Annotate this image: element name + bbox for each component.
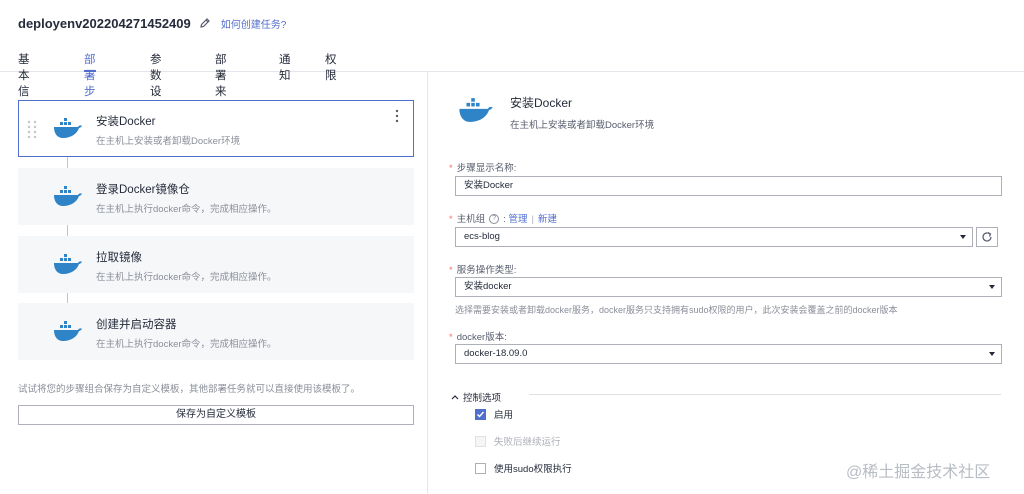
step-name: 安装Docker <box>96 116 156 128</box>
docker-whale-icon <box>54 118 82 138</box>
display-name-input[interactable]: 安装Docker <box>455 176 1002 196</box>
step-card-install-docker[interactable]: 安装Docker 在主机上安装或者卸载Docker环境 <box>18 100 414 157</box>
pencil-icon[interactable] <box>199 17 211 29</box>
docker-whale-icon <box>54 186 82 206</box>
step-card-pull-image[interactable]: 拉取镜像 在主机上执行docker命令，完成相应操作。 <box>18 236 414 293</box>
more-options-icon[interactable] <box>393 109 401 123</box>
help-question-icon[interactable]: ? <box>489 214 500 225</box>
template-tip: 试试将您的步骤组合保存为自定义模板，其他部署任务就可以直接使用该模板了。 <box>18 384 361 395</box>
step-name: 拉取镜像 <box>96 252 142 264</box>
docker-version-select[interactable]: docker-18.09.0 <box>455 344 1002 364</box>
required-mark: * <box>449 214 453 225</box>
step-desc: 在主机上执行docker命令，完成相应操作。 <box>96 204 277 215</box>
tab-deploy-source[interactable]: 部署来源 <box>215 46 227 114</box>
docker-whale-icon <box>54 254 82 274</box>
docker-whale-icon <box>459 98 493 122</box>
step-name: 登录Docker镜像仓 <box>96 184 190 196</box>
host-group-select[interactable]: ecs-blog <box>455 227 973 247</box>
required-mark: * <box>449 163 453 174</box>
option-enable[interactable]: 启用 <box>475 407 513 421</box>
tab-permissions[interactable]: 权限 <box>325 46 337 82</box>
operation-type-value: 安装docker <box>464 281 512 292</box>
chevron-down-icon <box>989 352 995 356</box>
docker-whale-icon <box>54 321 82 341</box>
refresh-icon <box>982 231 992 242</box>
operation-type-label: * 服务操作类型: <box>449 265 517 276</box>
host-group-label: * 主机组?: 管理 | 新建 <box>449 214 557 225</box>
watermark-text: @稀土掘金技术社区 <box>846 464 991 481</box>
step-desc: 在主机上安装或者卸载Docker环境 <box>96 136 241 147</box>
control-options-title: 控制选项 <box>463 393 502 404</box>
step-name: 创建并启动容器 <box>96 319 177 331</box>
option-label: 使用sudo权限执行 <box>494 464 572 475</box>
page-header: deployenv202204271452409 如何创建任务? 基本信息 部署… <box>0 0 1024 114</box>
help-link[interactable]: 如何创建任务? <box>221 16 287 31</box>
option-continue-on-failure: 失败后继续运行 <box>475 434 561 448</box>
chevron-down-icon <box>989 285 995 289</box>
docker-version-label: * docker版本: <box>449 332 507 343</box>
tab-parameters[interactable]: 参数设置 <box>150 46 162 114</box>
save-as-template-button[interactable]: 保存为自定义模板 <box>18 405 414 425</box>
tab-notification[interactable]: 通知 <box>279 46 291 82</box>
display-name-label: * 步骤显示名称: <box>449 163 517 174</box>
docker-version-value: docker-18.09.0 <box>464 348 528 359</box>
link-separator: | <box>531 214 534 225</box>
step-desc: 在主机上执行docker命令，完成相应操作。 <box>96 339 277 350</box>
option-use-sudo[interactable]: 使用sudo权限执行 <box>475 461 572 475</box>
operation-type-select[interactable]: 安装docker <box>455 277 1002 297</box>
checkbox-unchecked[interactable] <box>475 462 486 474</box>
manage-link[interactable]: 管理 <box>509 214 528 225</box>
section-divider <box>529 394 1001 395</box>
required-mark: * <box>449 332 453 343</box>
operation-type-hint: 选择需要安装或者卸载docker服务，docker服务只支持拥有sudo权限的用… <box>455 305 898 315</box>
chevron-down-icon <box>960 235 966 239</box>
drag-handle-icon[interactable] <box>27 120 37 138</box>
refresh-button[interactable] <box>976 227 998 247</box>
tab-deploy-steps[interactable]: 部署步骤 <box>84 46 96 114</box>
host-group-value: ecs-blog <box>464 231 500 242</box>
detail-desc: 在主机上安装或者卸载Docker环境 <box>510 120 655 131</box>
step-desc: 在主机上执行docker命令，完成相应操作。 <box>96 272 277 283</box>
check-icon <box>477 411 485 418</box>
chevron-up-icon <box>451 395 459 400</box>
checkbox-disabled <box>475 435 486 447</box>
detail-title: 安装Docker <box>510 96 573 110</box>
option-label: 启用 <box>494 410 514 421</box>
step-card-docker-login[interactable]: 登录Docker镜像仓 在主机上执行docker命令，完成相应操作。 <box>18 168 414 225</box>
new-link[interactable]: 新建 <box>538 214 557 225</box>
title-row: deployenv202204271452409 如何创建任务? <box>18 14 286 32</box>
control-options-toggle[interactable]: 控制选项 <box>451 390 501 404</box>
checkbox-checked[interactable] <box>475 408 486 420</box>
step-card-create-container[interactable]: 创建并启动容器 在主机上执行docker命令，完成相应操作。 <box>18 303 414 360</box>
task-title: deployenv202204271452409 <box>18 15 191 31</box>
option-label: 失败后继续运行 <box>494 437 561 448</box>
tab-basic-info[interactable]: 基本信息 <box>18 46 30 114</box>
steps-panel: 安装Docker 在主机上安装或者卸载Docker环境 登录Docker镜像仓 … <box>0 72 428 494</box>
step-detail-panel: 安装Docker 在主机上安装或者卸载Docker环境 * 步骤显示名称: 安装D… <box>429 72 1024 494</box>
required-mark: * <box>449 265 453 276</box>
